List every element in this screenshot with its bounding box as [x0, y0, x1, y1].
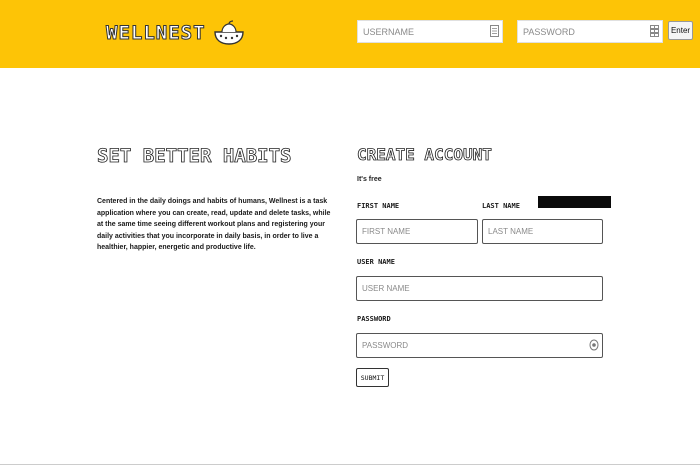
bowl-icon	[213, 20, 244, 45]
hero-description: Centered in the daily doings and habits …	[97, 198, 331, 252]
form-subtitle: It's free	[357, 176, 382, 183]
logo-text: WELLNEST	[106, 22, 206, 45]
password-input[interactable]	[517, 20, 663, 43]
submit-button[interactable]: SUBMIT	[356, 368, 389, 387]
bottom-divider	[0, 464, 700, 465]
user-name-label: USER NAME	[357, 258, 395, 266]
last-name-input[interactable]	[482, 219, 603, 244]
username-input[interactable]	[357, 20, 503, 43]
last-name-label: LAST NAME	[482, 202, 520, 210]
keypad-icon	[650, 25, 659, 37]
create-account-title: CREATE ACCOUNT	[357, 145, 493, 165]
hero-title: SET BETTER HABITS	[97, 145, 292, 168]
redacted-overlay	[538, 196, 611, 208]
user-name-input[interactable]	[356, 276, 603, 301]
password-label: PASSWORD	[357, 315, 391, 323]
first-name-label: FIRST NAME	[357, 202, 400, 210]
enter-button[interactable]: Enter	[668, 21, 693, 40]
signup-password-input[interactable]	[356, 333, 603, 358]
wellnest-logo[interactable]: WELLNEST	[106, 18, 246, 48]
top-header: WELLNEST Enter	[0, 0, 700, 68]
id-card-icon	[490, 25, 499, 37]
first-name-input[interactable]	[356, 219, 478, 244]
eye-icon[interactable]	[589, 339, 599, 351]
